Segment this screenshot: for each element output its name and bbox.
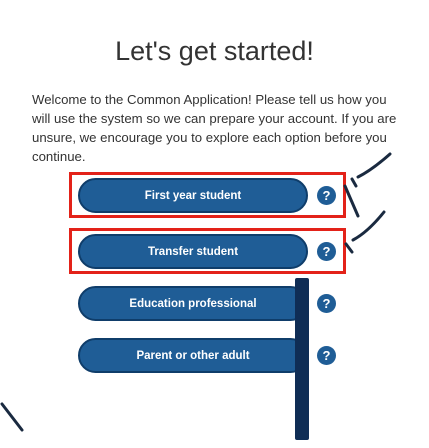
- annotation-overlay: [0, 152, 392, 432]
- checkmark-tick-icon: [344, 242, 354, 254]
- checkmark-stroke-icon: [356, 152, 392, 179]
- checkmark-tick-icon: [350, 177, 358, 188]
- slash-line-icon: [0, 402, 24, 432]
- slash-line-icon: [343, 184, 360, 218]
- get-started-page: Let's get started! Welcome to the Common…: [0, 0, 429, 448]
